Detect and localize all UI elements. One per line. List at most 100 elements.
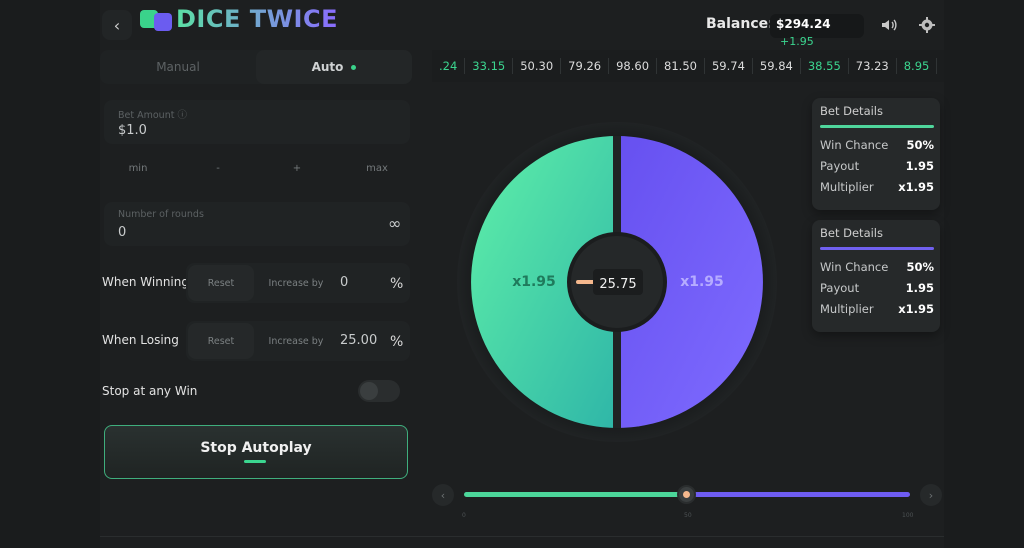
slider-thumb-core bbox=[683, 491, 690, 498]
history-item: 25.75 bbox=[937, 58, 944, 74]
bet-details-card: Bet Details Win Chance 50% Payout 1.95 Multip… bbox=[812, 220, 940, 332]
bet-details-key: Payout bbox=[820, 281, 860, 295]
balance-delta: +1.95 bbox=[780, 35, 814, 48]
history-item: 59.74 bbox=[705, 58, 753, 74]
history-item: 38.55 bbox=[801, 58, 849, 74]
left-gutter bbox=[0, 0, 100, 548]
stop-any-win-label: Stop at any Win bbox=[102, 384, 198, 398]
sound-button[interactable] bbox=[876, 12, 902, 38]
stop-autoplay-label: Stop Autoplay bbox=[200, 440, 312, 456]
rounds-field[interactable]: Number of rounds 0 ∞ bbox=[104, 202, 410, 246]
balance-label: Balance: bbox=[706, 16, 774, 32]
bet-details-row: Multiplier x1.95 bbox=[820, 302, 934, 316]
stop-any-win-toggle[interactable] bbox=[358, 380, 400, 402]
history-item: 81.50 bbox=[657, 58, 705, 74]
toggle-knob bbox=[360, 382, 378, 400]
bet-details-key: Multiplier bbox=[820, 302, 874, 316]
wheel-result: 25.75 bbox=[599, 277, 636, 292]
winning-reset-label: Reset bbox=[207, 277, 235, 289]
tab-manual-label: Manual bbox=[156, 60, 200, 74]
history-item: .24 bbox=[432, 58, 466, 74]
dice-twice-app: ‹ DICE TWICE Balance: $294.24 +1.95 Manu… bbox=[0, 0, 1024, 548]
winning-increase-button[interactable]: Increase by bbox=[262, 265, 330, 301]
losing-increase-button[interactable]: Increase by bbox=[262, 323, 330, 359]
right-gutter bbox=[944, 0, 1024, 548]
losing-increase-label: Increase by bbox=[268, 335, 324, 347]
increase-button[interactable]: + bbox=[263, 156, 331, 180]
decrease-button[interactable]: - bbox=[184, 156, 252, 180]
dice-purple-icon bbox=[154, 13, 172, 31]
bet-details-row: Multiplier x1.95 bbox=[820, 180, 934, 194]
bet-details-row: Payout 1.95 bbox=[820, 281, 934, 295]
history-item: 33.15 bbox=[465, 58, 514, 74]
bet-amount-value: $1.0 bbox=[118, 123, 147, 138]
bet-details-value: 1.95 bbox=[905, 281, 934, 295]
tab-auto[interactable]: Auto bbox=[256, 50, 412, 84]
wheel-svg: 25.75 x1.95 x1.95 bbox=[457, 122, 777, 442]
slider-track-purple[interactable] bbox=[694, 492, 910, 497]
dice-wheel: 25.75 x1.95 x1.95 bbox=[456, 114, 778, 444]
chance-slider: ‹ › 0 50 100 bbox=[432, 482, 944, 522]
bet-details-key: Multiplier bbox=[820, 180, 874, 194]
back-button[interactable]: ‹ bbox=[102, 10, 132, 40]
slider-track-green[interactable] bbox=[464, 492, 684, 497]
when-winning-label: When Winning bbox=[102, 275, 189, 289]
history-item: 59.84 bbox=[753, 58, 801, 74]
history-item: 73.23 bbox=[849, 58, 897, 74]
history-item: 98.60 bbox=[609, 58, 658, 74]
stop-underline bbox=[244, 460, 266, 463]
bet-details-card: Bet Details Win Chance 50% Payout 1.95 Multip… bbox=[812, 98, 940, 210]
rounds-label: Number of rounds bbox=[118, 209, 204, 220]
losing-reset-label: Reset bbox=[207, 335, 235, 347]
history-item: 8.95 bbox=[897, 58, 938, 74]
bet-details-accent-bar bbox=[820, 247, 934, 250]
slider-thumb[interactable] bbox=[677, 485, 696, 504]
slider-left-button[interactable]: ‹ bbox=[432, 484, 454, 506]
bet-details-accent-bar bbox=[820, 125, 934, 128]
winning-increase-label: Increase by bbox=[268, 277, 324, 289]
bet-amount-field[interactable]: Bet Amount ⓘ $1.0 bbox=[104, 100, 410, 144]
bet-details-value: x1.95 bbox=[898, 302, 934, 316]
results-history: .24 33.15 50.30 79.26 98.60 81.50 59.74 59.84 38… bbox=[432, 50, 944, 82]
tab-manual[interactable]: Manual bbox=[100, 50, 256, 84]
bet-details-value: 1.95 bbox=[905, 159, 934, 173]
slider-tick-max: 100 bbox=[902, 512, 914, 519]
gear-icon bbox=[919, 17, 935, 33]
left-multiplier: x1.95 bbox=[512, 274, 556, 290]
chevron-left-icon: ‹ bbox=[113, 15, 121, 35]
max-button[interactable]: max bbox=[343, 156, 411, 180]
losing-reset-button[interactable]: Reset bbox=[188, 323, 254, 359]
winning-percent-unit: % bbox=[390, 276, 404, 292]
settings-button[interactable] bbox=[914, 12, 940, 38]
bet-details-row: Win Chance 50% bbox=[820, 138, 934, 152]
right-multiplier: x1.95 bbox=[680, 274, 724, 290]
speaker-icon bbox=[882, 19, 897, 31]
bet-details-row: Payout 1.95 bbox=[820, 159, 934, 173]
slider-right-button[interactable]: › bbox=[920, 484, 942, 506]
slider-tick-mid: 50 bbox=[684, 512, 692, 519]
bottom-divider bbox=[100, 536, 944, 537]
min-button[interactable]: min bbox=[104, 156, 172, 180]
infinity-icon[interactable]: ∞ bbox=[388, 214, 401, 233]
winning-reset-button[interactable]: Reset bbox=[188, 265, 254, 301]
bet-details-row: Win Chance 50% bbox=[820, 260, 934, 274]
chevron-left-icon: ‹ bbox=[440, 488, 446, 502]
bet-details-value: 50% bbox=[906, 260, 934, 274]
stop-autoplay-button[interactable]: Stop Autoplay bbox=[104, 425, 408, 479]
bet-amount-label: Bet Amount ⓘ bbox=[118, 110, 187, 121]
increase-label: + bbox=[292, 162, 302, 174]
history-item: 50.30 bbox=[513, 58, 562, 74]
mode-tabs: Manual Auto bbox=[100, 50, 412, 84]
losing-percent-unit: % bbox=[390, 334, 404, 350]
min-label: min bbox=[128, 162, 148, 174]
chevron-right-icon: › bbox=[928, 488, 934, 502]
losing-increase-value[interactable]: 25.00 bbox=[340, 333, 377, 348]
bet-details-key: Payout bbox=[820, 159, 860, 173]
bet-details-key: Win Chance bbox=[820, 138, 889, 152]
winning-increase-value[interactable]: 0 bbox=[340, 275, 348, 290]
logo: DICE TWICE bbox=[140, 5, 338, 33]
top-bar: ‹ DICE TWICE Balance: $294.24 +1.95 bbox=[100, 0, 944, 48]
bet-details-title: Bet Details bbox=[820, 104, 883, 118]
max-label: max bbox=[366, 162, 388, 174]
decrease-label: - bbox=[216, 162, 220, 174]
